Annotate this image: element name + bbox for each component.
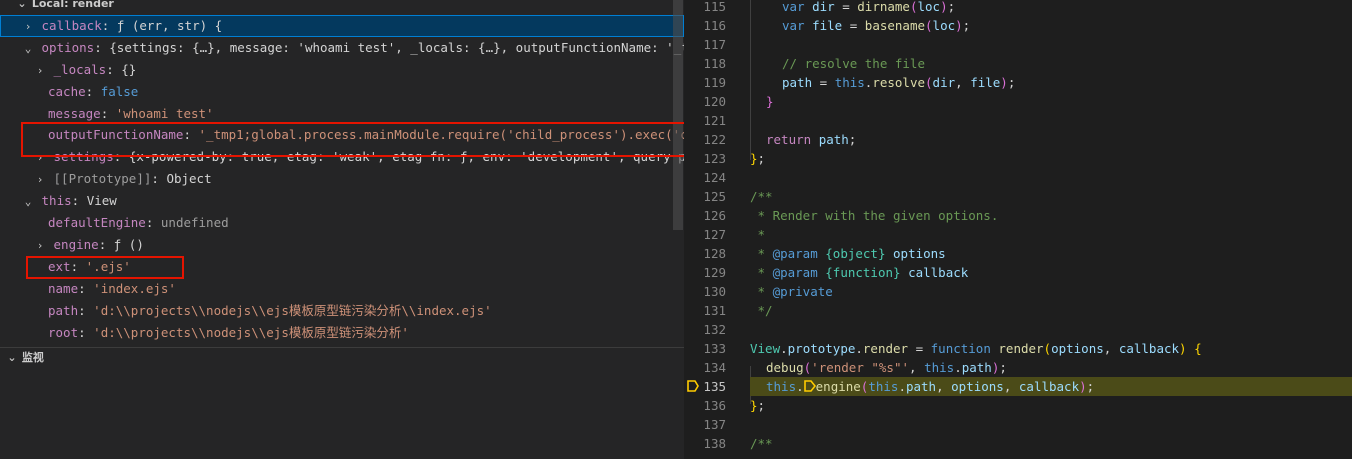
chevron-right-icon[interactable]: › — [34, 169, 46, 190]
code-line: 134 debug('render "%s"', this.path); — [703, 360, 1007, 375]
code-line: 129 * @param {function} callback — [703, 265, 969, 280]
code-line: 124 — [703, 170, 726, 185]
panel-divider — [0, 347, 684, 348]
chevron-right-icon[interactable]: › — [34, 235, 46, 256]
variable-row-cache[interactable]: cache: false — [0, 81, 684, 103]
code-line: 130 * @private — [703, 284, 833, 299]
code-line: 136 }; — [703, 398, 766, 413]
code-line: 132 — [703, 322, 726, 337]
code-line: 120 } — [703, 94, 774, 109]
variable-row-prototype[interactable]: › [[Prototype]]: Object — [0, 168, 684, 190]
chevron-right-icon[interactable]: › — [34, 60, 46, 81]
code-line: 123 }; — [703, 151, 766, 166]
chevron-down-icon[interactable]: ⌄ — [22, 38, 34, 59]
code-line: 118 // resolve the file — [703, 56, 925, 71]
scope-header[interactable]: ⌄ Local: render — [16, 0, 114, 15]
highlight-box-ext — [26, 256, 184, 279]
code-line: 126 * Render with the given options. — [703, 208, 999, 223]
variable-row-engine[interactable]: › engine: ƒ () — [0, 234, 684, 256]
code-line: 137 — [703, 417, 726, 432]
code-line: 121 — [703, 113, 726, 128]
code-line-current: 135 this. engine(this.path, options, call… — [684, 377, 1352, 396]
inline-breakpoint-icon[interactable] — [803, 380, 816, 392]
chevron-down-icon: ⌄ — [7, 351, 17, 364]
code-line: 128 * @param {object} options — [703, 246, 946, 261]
code-line: 127 * — [703, 227, 766, 242]
watch-title: 监视 — [21, 351, 44, 364]
variable-row-locals[interactable]: › _locals: {} — [0, 59, 684, 81]
code-line: 138 /** — [703, 436, 773, 451]
code-line: 133 View.prototype.render = function ren… — [703, 341, 1202, 356]
variables-view: ⌄ Local: render › callback: ƒ (err, str)… — [0, 0, 684, 347]
variable-row-root[interactable]: root: 'd:\\projects\\nodejs\\ejs模板原型链污染分… — [0, 322, 684, 344]
variable-row-defaultengine[interactable]: defaultEngine: undefined — [0, 212, 684, 234]
code-line: 131 */ — [703, 303, 773, 318]
code-line: 116 var file = basename(loc); — [703, 18, 971, 33]
variable-row-callback[interactable]: › callback: ƒ (err, str) { — [0, 15, 684, 37]
scope-title: Local: render — [31, 0, 114, 10]
code-line: 125 /** — [703, 189, 773, 204]
variable-row-options[interactable]: ⌄ options: {settings: {…}, message: 'who… — [0, 37, 684, 59]
variable-row-this[interactable]: ⌄ this: View — [0, 190, 684, 212]
variables-scrollbar[interactable] — [673, 0, 683, 230]
variable-row-name[interactable]: name: 'index.ejs' — [0, 278, 684, 300]
code-line: 119 path = this.resolve(dir, file); — [703, 75, 1016, 90]
code-line: 117 — [703, 37, 726, 52]
watch-header[interactable]: ⌄ 监视 — [6, 347, 44, 369]
variable-row-path[interactable]: path: 'd:\\projects\\nodejs\\ejs模板原型链污染分… — [0, 300, 684, 322]
code-editor[interactable]: 115 var dir = dirname(loc); 116 var file… — [684, 0, 1352, 459]
code-line: 122 return path; — [703, 132, 857, 147]
highlight-box-outputfunctionname — [21, 122, 684, 157]
chevron-down-icon[interactable]: ⌄ — [22, 191, 34, 212]
debug-sidebar: ⌄ Local: render › callback: ƒ (err, str)… — [0, 0, 684, 459]
chevron-right-icon[interactable]: › — [22, 16, 34, 37]
code-line: 115 var dir = dirname(loc); — [703, 0, 956, 14]
chevron-down-icon: ⌄ — [17, 0, 27, 10]
